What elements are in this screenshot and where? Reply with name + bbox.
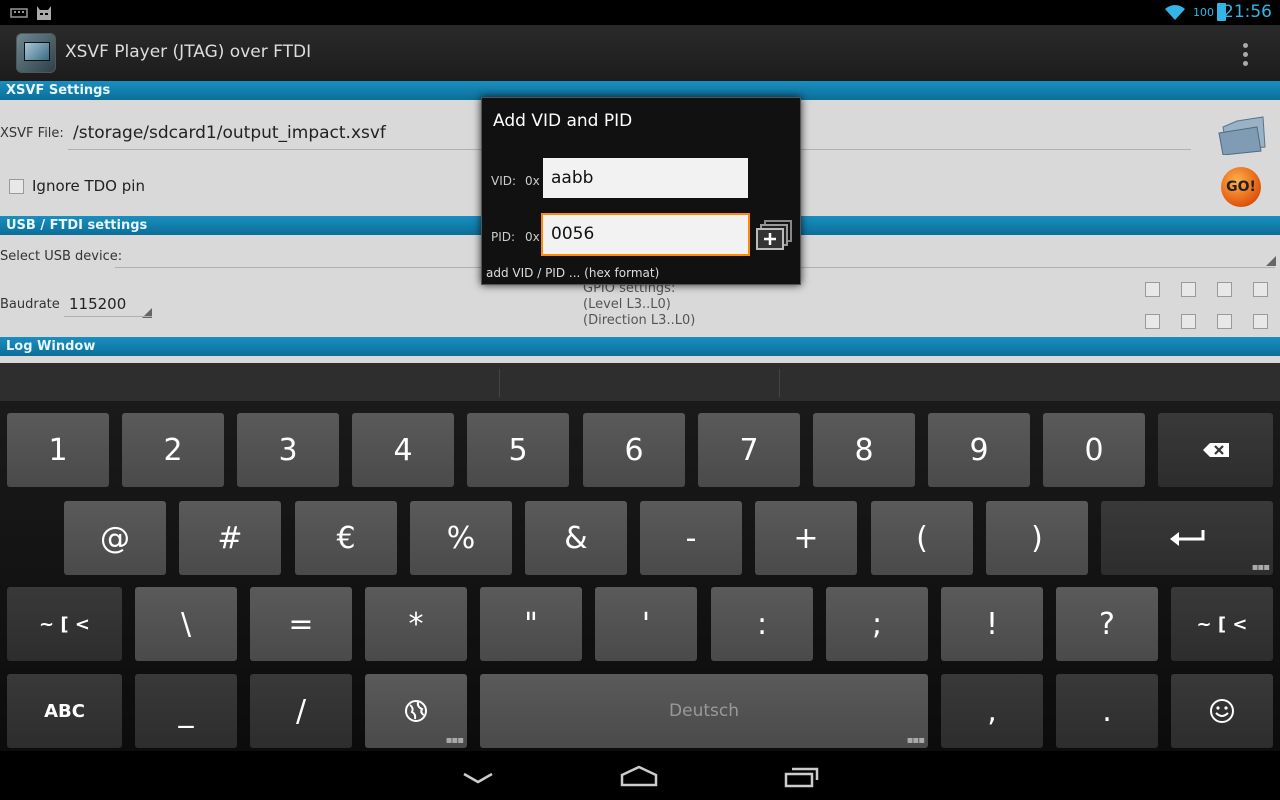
key-ampersand[interactable]: & [525, 501, 627, 575]
emoji-key[interactable] [1171, 674, 1273, 748]
gpio-level-l1-checkbox[interactable] [1217, 282, 1232, 297]
baudrate-label: Baudrate [0, 297, 60, 312]
key-colon[interactable]: : [711, 587, 813, 661]
key-9[interactable]: 9 [928, 413, 1030, 487]
abc-key[interactable]: ABC [7, 674, 122, 748]
ignore-tdo-checkbox[interactable] [9, 179, 24, 194]
vid-prefix: 0x [525, 174, 540, 188]
key-underscore[interactable]: _ [135, 674, 237, 748]
suggestion-divider [779, 369, 780, 397]
key-0[interactable]: 0 [1043, 413, 1145, 487]
add-entry-icon[interactable] [755, 220, 793, 252]
pid-input[interactable]: 0056 [541, 213, 750, 256]
key-question[interactable]: ? [1056, 587, 1158, 661]
app-icon[interactable] [16, 33, 56, 73]
xsvf-file-input[interactable]: /storage/sdcard1/output_impact.xsvf [73, 123, 386, 143]
enter-key[interactable]: ▪▪▪ [1101, 501, 1273, 575]
keyboard-icon [10, 8, 28, 18]
space-key[interactable]: Deutsch ▪▪▪ [480, 674, 928, 748]
spinner-arrow-icon [1266, 256, 1276, 266]
key-more-symbols-right[interactable]: ~ [ < [1171, 587, 1273, 661]
dialog-hint: add VID / PID ... (hex format) [486, 266, 660, 280]
backspace-key[interactable] [1158, 413, 1273, 487]
overflow-menu-icon[interactable] [1243, 43, 1249, 67]
app-icon-screen [24, 42, 50, 61]
key-double-quote[interactable]: " [480, 587, 582, 661]
action-bar: XSVF Player (JTAG) over FTDI [0, 25, 1280, 81]
navigation-bar [0, 751, 1280, 800]
gpio-level-l3-checkbox[interactable] [1145, 282, 1160, 297]
gpio-direction-label: (Direction L3..L0) [583, 313, 696, 328]
key-percent[interactable]: % [410, 501, 512, 575]
key-close-paren[interactable]: ) [986, 501, 1088, 575]
key-exclamation[interactable]: ! [941, 587, 1043, 661]
key-asterisk[interactable]: * [365, 587, 467, 661]
pid-prefix: 0x [525, 230, 540, 244]
baudrate-underline [64, 316, 152, 317]
key-4[interactable]: 4 [352, 413, 454, 487]
key-equals[interactable]: = [250, 587, 352, 661]
gpio-direction-l1-checkbox[interactable] [1217, 314, 1232, 329]
vid-input[interactable]: aabb [543, 158, 748, 198]
key-open-paren[interactable]: ( [871, 501, 973, 575]
cyanogen-mascot-icon [37, 6, 51, 20]
smiley-icon [1210, 699, 1234, 723]
key-more-symbols-left[interactable]: ~ [ < [7, 587, 122, 661]
suggestion-divider [499, 369, 500, 397]
home-icon[interactable] [620, 765, 658, 787]
wifi-icon [1165, 5, 1185, 20]
gpio-direction-l3-checkbox[interactable] [1145, 314, 1160, 329]
dialog-title: Add VID and PID [493, 111, 633, 131]
key-semicolon[interactable]: ; [826, 587, 928, 661]
key-period[interactable]: . [1056, 674, 1158, 748]
key-1[interactable]: 1 [7, 413, 109, 487]
key-6[interactable]: 6 [583, 413, 685, 487]
key-7[interactable]: 7 [698, 413, 800, 487]
soft-keyboard: 1 2 3 4 5 6 7 8 9 0 @ # € % & - + ( ) ▪▪… [0, 363, 1280, 751]
globe-icon [405, 700, 427, 722]
gpio-level-l0-checkbox[interactable] [1253, 282, 1268, 297]
vid-label: VID: [491, 174, 517, 188]
go-button[interactable]: GO! [1221, 167, 1261, 207]
key-3[interactable]: 3 [237, 413, 339, 487]
key-2[interactable]: 2 [122, 413, 224, 487]
key-plus[interactable]: + [755, 501, 857, 575]
recent-apps-icon[interactable] [784, 766, 820, 788]
key-slash[interactable]: / [250, 674, 352, 748]
battery-level: 100 [1193, 6, 1214, 19]
enter-icon [1170, 530, 1205, 546]
gpio-level-label: (Level L3..L0) [583, 297, 671, 312]
ignore-tdo-label: Ignore TDO pin [32, 177, 145, 195]
key-euro[interactable]: € [295, 501, 397, 575]
language-key[interactable]: ▪▪▪ [365, 674, 467, 748]
backspace-icon [1202, 443, 1229, 457]
app-title: XSVF Player (JTAG) over FTDI [65, 42, 312, 62]
key-comma[interactable]: , [941, 674, 1043, 748]
xsvf-file-label: XSVF File: [0, 126, 64, 141]
key-minus[interactable]: - [640, 501, 742, 575]
pid-label: PID: [491, 230, 516, 244]
gpio-level-l2-checkbox[interactable] [1181, 282, 1196, 297]
status-bar: 100 21:56 [0, 0, 1280, 25]
key-5[interactable]: 5 [467, 413, 569, 487]
key-at[interactable]: @ [64, 501, 166, 575]
select-usb-label: Select USB device: [0, 249, 123, 264]
folder-icon[interactable] [1217, 111, 1269, 155]
hide-keyboard-icon[interactable] [462, 771, 494, 785]
key-hash[interactable]: # [179, 501, 281, 575]
section-header-log: Log Window [0, 337, 1280, 356]
key-backslash[interactable]: \ [135, 587, 237, 661]
gpio-direction-l0-checkbox[interactable] [1253, 314, 1268, 329]
key-single-quote[interactable]: ' [595, 587, 697, 661]
gpio-direction-l2-checkbox[interactable] [1181, 314, 1196, 329]
key-8[interactable]: 8 [813, 413, 915, 487]
clock: 21:56 [1223, 2, 1272, 22]
baudrate-spinner[interactable]: 115200 [69, 295, 126, 313]
add-vid-pid-dialog: Add VID and PID VID: 0x aabb PID: 0x 005… [481, 97, 801, 285]
